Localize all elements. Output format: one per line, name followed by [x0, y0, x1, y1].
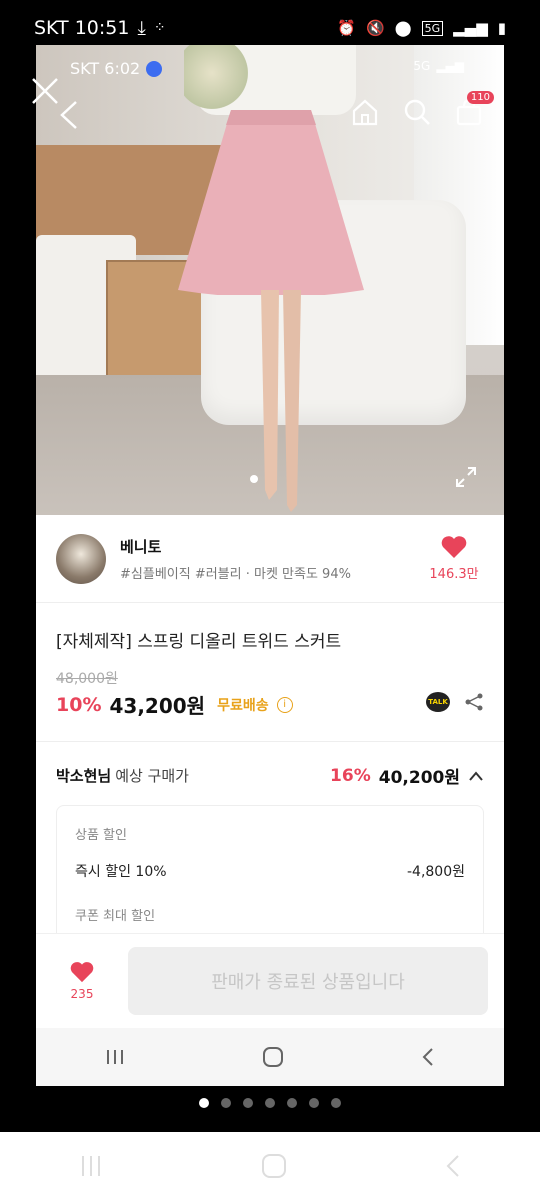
discount-detail-box: 상품 할인 즉시 할인 10% -4,800원 쿠폰 최대 할인	[56, 805, 484, 945]
shop-like-count: 146.3만	[429, 567, 479, 582]
screenshot-frame: SKT 6:02 5G ▂▄▆ 110 베니토 #심플베이직 #러블리 · 마켓…	[36, 45, 504, 1086]
share-icon[interactable]	[464, 692, 484, 712]
back-nav-icon[interactable]	[420, 1046, 436, 1068]
coupon-discount-label: 쿠폰 최대 할인	[75, 909, 156, 924]
recent-apps-icon[interactable]	[78, 1154, 104, 1178]
product-like-count: 235	[70, 987, 94, 1001]
buyer-name: 박소현님	[56, 767, 112, 785]
page-dot	[331, 1098, 341, 1108]
page-dot	[199, 1098, 209, 1108]
original-price: 48,000원	[56, 671, 118, 687]
discount-rate: 10%	[56, 693, 102, 716]
expected-price-group: 16% 40,200원	[330, 763, 484, 788]
expand-icon[interactable]	[454, 465, 478, 489]
alarm-icon: ⏰	[337, 19, 357, 37]
mute-icon: 🔇	[366, 19, 385, 37]
inner-status-right: 5G ▂▄▆	[413, 59, 464, 73]
app-badge-icon	[146, 60, 163, 77]
inner-network-label: 5G	[413, 59, 431, 73]
outer-navigation-bar	[0, 1132, 540, 1200]
price-row: 10% 43,200원 무료배송 i	[56, 690, 293, 719]
kakaotalk-icon[interactable]: TALK	[426, 692, 450, 712]
inner-status-bar: SKT 6:02	[70, 59, 163, 78]
outer-status-time: SKT 10:51	[34, 17, 130, 39]
shop-avatar[interactable]	[56, 533, 106, 584]
page-dot	[309, 1098, 319, 1108]
battery-icon: ▮	[497, 19, 506, 37]
instant-discount-line: 즉시 할인 10% -4,800원	[75, 861, 465, 881]
shop-row[interactable]: 베니토 #심플베이직 #러블리 · 마켓 만족도 94% 146.3만	[36, 515, 504, 603]
product-like-button[interactable]: 235	[52, 961, 112, 1001]
share-row: TALK	[426, 692, 484, 712]
legs-graphic	[261, 290, 301, 512]
shop-name[interactable]: 베니토	[120, 536, 424, 557]
top-actions: 110	[350, 91, 494, 127]
recent-apps-icon[interactable]	[104, 1048, 126, 1066]
page-dot	[221, 1098, 231, 1108]
network-label: 5G	[421, 20, 444, 36]
home-nav-icon[interactable]	[262, 1046, 284, 1068]
free-shipping-label: 무료배송	[217, 697, 269, 714]
instant-discount-value: -4,800원	[406, 864, 465, 880]
search-icon[interactable]	[402, 97, 432, 127]
product-title: [자체제작] 스프링 디올리 트위드 스커트	[56, 632, 342, 652]
page-dot	[265, 1098, 275, 1108]
instant-discount-label: 즉시 할인 10%	[75, 864, 167, 880]
outer-page-indicator	[0, 1098, 540, 1108]
expected-price: 40,200원	[378, 768, 460, 788]
shop-like-button[interactable]: 146.3만	[424, 535, 484, 582]
shop-tags: #심플베이직 #러블리 · 마켓 만족도 94%	[120, 566, 351, 582]
product-discount-label: 상품 할인	[75, 828, 127, 843]
heart-icon	[441, 536, 467, 558]
dots-icon: ⁘	[153, 20, 166, 36]
inner-signal-icon: ▂▄▆	[436, 59, 464, 73]
home-icon[interactable]	[350, 97, 380, 127]
expected-discount: 16%	[330, 765, 371, 786]
cart-count-badge: 110	[466, 91, 494, 104]
download-icon: ⤓	[137, 17, 146, 39]
skirt-graphic	[178, 110, 364, 295]
shop-info: 베니토 #심플베이직 #러블리 · 마켓 만족도 94%	[120, 536, 424, 582]
sale-ended-button[interactable]: 판매가 종료된 상품입니다	[128, 947, 488, 1015]
back-nav-icon[interactable]	[444, 1153, 462, 1179]
inner-navigation-bar	[36, 1028, 504, 1086]
expected-label: 예상 구매가	[115, 767, 189, 785]
close-icon[interactable]	[30, 76, 60, 106]
bottom-action-bar: 235 판매가 종료된 상품입니다	[36, 933, 504, 1028]
info-icon[interactable]: i	[276, 696, 293, 713]
chevron-up-icon[interactable]	[468, 770, 484, 782]
signal-icon: ▂▄▆	[453, 19, 488, 37]
inner-status-time: SKT 6:02	[70, 59, 141, 78]
expected-price-row[interactable]: 박소현님 예상 구매가 16% 40,200원	[56, 763, 484, 788]
page-dot	[287, 1098, 297, 1108]
sale-price: 43,200원	[109, 694, 206, 718]
section-divider	[36, 741, 504, 742]
heart-icon	[70, 962, 94, 983]
home-nav-icon[interactable]	[261, 1153, 287, 1179]
location-icon: ⬤	[394, 19, 412, 37]
page-dot	[243, 1098, 253, 1108]
product-image[interactable]: SKT 6:02 5G ▂▄▆ 110	[36, 45, 504, 515]
cart-button[interactable]: 110	[454, 91, 494, 127]
image-pager-dot	[250, 475, 258, 483]
